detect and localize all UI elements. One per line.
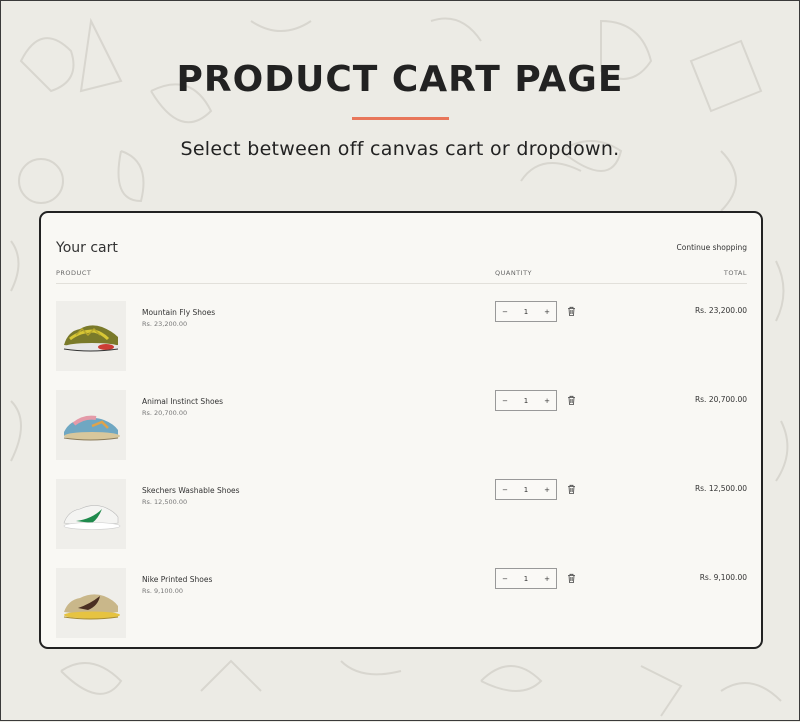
page-subtitle: Select between off canvas cart or dropdo… <box>180 138 620 160</box>
product-price: Rs. 23,200.00 <box>142 320 188 328</box>
page-frame: PRODUCT CART PAGE Select between off can… <box>0 0 800 721</box>
line-total: Rs. 20,700.00 <box>694 395 747 404</box>
line-total: Rs. 12,500.00 <box>694 484 747 493</box>
olive-sneaker-image <box>63 325 120 352</box>
product-price: Rs. 9,100.00 <box>142 587 183 595</box>
product-name[interactable]: Mountain Fly Shoes <box>142 308 215 317</box>
quantity-value[interactable]: 1 <box>517 397 535 405</box>
product-name[interactable]: Nike Printed Shoes <box>142 575 212 584</box>
decrease-button[interactable]: − <box>496 575 514 583</box>
trash-icon[interactable] <box>567 573 576 583</box>
decrease-button[interactable]: − <box>496 308 514 316</box>
quantity-value[interactable]: 1 <box>517 308 535 316</box>
product-price: Rs. 12,500.00 <box>142 498 188 506</box>
trash-icon[interactable] <box>567 306 576 316</box>
product-name[interactable]: Animal Instinct Shoes <box>142 397 223 406</box>
increase-button[interactable]: + <box>538 486 556 494</box>
column-header-total: TOTAL <box>723 269 747 277</box>
quantity-stepper: − 1 + <box>495 568 557 589</box>
quantity-stepper: − 1 + <box>495 301 557 322</box>
increase-button[interactable]: + <box>538 397 556 405</box>
line-total: Rs. 9,100.00 <box>699 573 747 582</box>
product-image[interactable] <box>56 568 126 638</box>
blue-pink-sneaker-image <box>63 415 120 441</box>
title-underline <box>352 117 449 120</box>
cart-item-row: Skechers Washable Shoes Rs. 12,500.00 − … <box>56 479 747 559</box>
product-image[interactable] <box>56 479 126 549</box>
cart-item-row: Nike Printed Shoes Rs. 9,100.00 − 1 + Rs… <box>56 568 747 648</box>
decrease-button[interactable]: − <box>496 397 514 405</box>
white-green-sneaker-image <box>63 505 121 530</box>
product-image[interactable] <box>56 301 126 371</box>
page-title: PRODUCT CART PAGE <box>176 59 624 100</box>
increase-button[interactable]: + <box>538 308 556 316</box>
trash-icon[interactable] <box>567 484 576 494</box>
product-image[interactable] <box>56 390 126 460</box>
column-header-product: PRODUCT <box>56 269 92 277</box>
cart-title: Your cart <box>56 240 118 256</box>
trash-icon[interactable] <box>567 395 576 405</box>
increase-button[interactable]: + <box>538 575 556 583</box>
cart-item-row: Animal Instinct Shoes Rs. 20,700.00 − 1 … <box>56 390 747 470</box>
cart-panel: Your cart Continue shopping PRODUCT QUAN… <box>39 211 763 649</box>
cart-item-row: Mountain Fly Shoes Rs. 23,200.00 − 1 + R… <box>56 301 747 381</box>
line-total: Rs. 23,200.00 <box>694 306 747 315</box>
quantity-stepper: − 1 + <box>495 390 557 411</box>
quantity-value[interactable]: 1 <box>517 575 535 583</box>
decrease-button[interactable]: − <box>496 486 514 494</box>
product-name[interactable]: Skechers Washable Shoes <box>142 486 240 495</box>
column-header-quantity: QUANTITY <box>495 269 533 277</box>
header-divider <box>56 283 747 284</box>
product-price: Rs. 20,700.00 <box>142 409 188 417</box>
quantity-value[interactable]: 1 <box>517 486 535 494</box>
continue-shopping-link[interactable]: Continue shopping <box>677 243 747 252</box>
tan-yellow-sneaker-image <box>63 594 120 620</box>
quantity-stepper: − 1 + <box>495 479 557 500</box>
